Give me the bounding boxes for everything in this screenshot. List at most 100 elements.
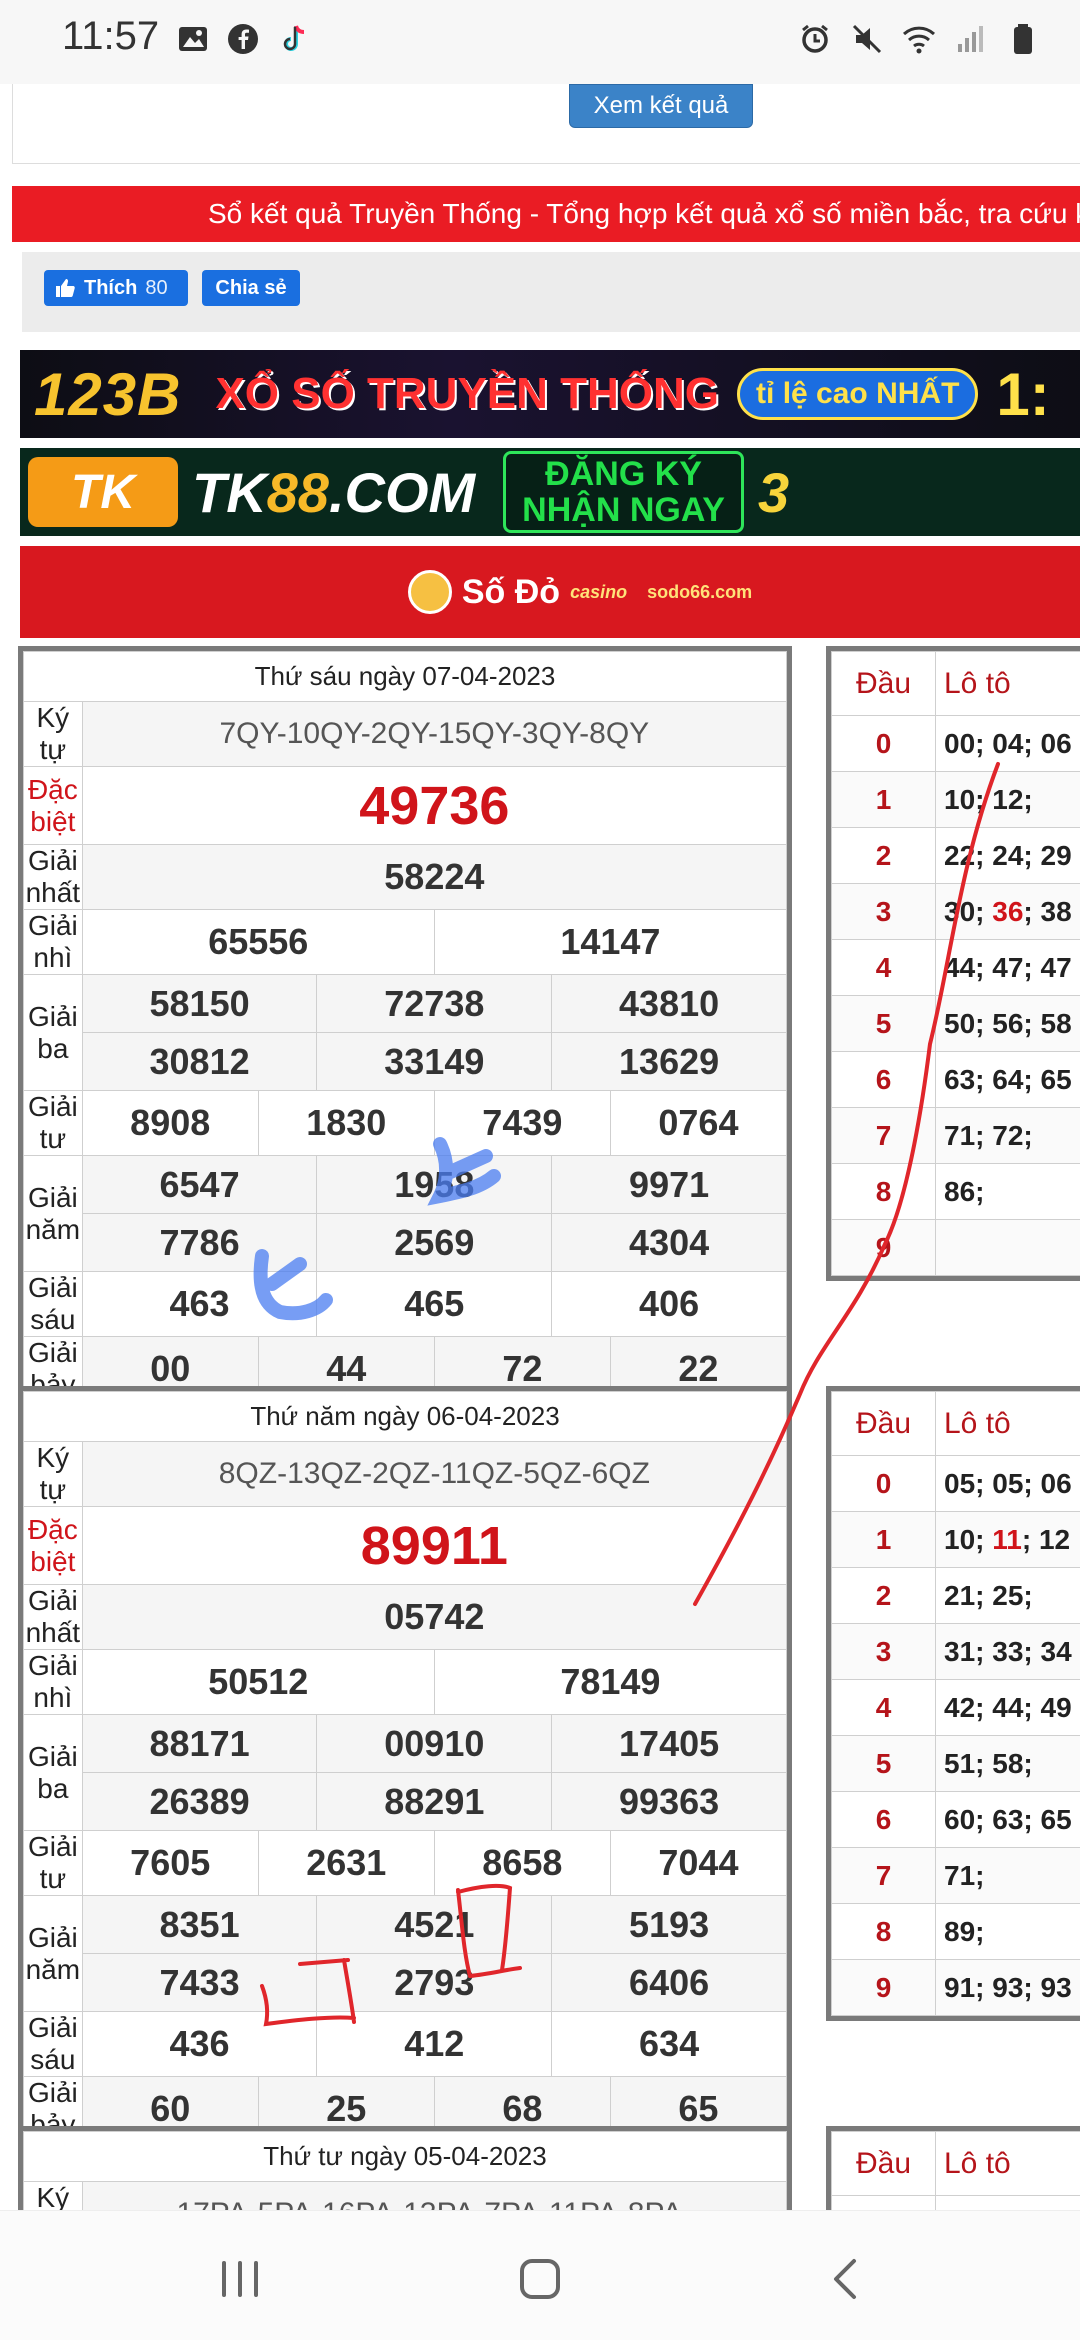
ticker-text: Sổ kết quả Truyền Thống - Tổng hợp kết q… — [208, 198, 1080, 229]
dau-digit: 9 — [831, 1219, 936, 1276]
prize-number: 406 — [551, 1271, 787, 1337]
prize-number: 436 — [81, 2011, 318, 2077]
prize-number: 6406 — [551, 1953, 787, 2012]
prize-number: 412 — [316, 2011, 553, 2077]
result-date-title: Thứ sáu ngày 07-04-2023 — [23, 651, 787, 702]
ky-tu-value: 8QZ-13QZ-2QZ-11QZ-5QZ-6QZ — [81, 1441, 788, 1507]
loto-header: Lô tô — [935, 651, 1080, 716]
123b-ratio: 1: — [996, 360, 1050, 428]
loto-numbers: 50; 56; 58 — [935, 995, 1080, 1052]
dau-digit: 7 — [831, 1847, 936, 1904]
battery-icon — [1014, 24, 1032, 54]
loto-row: 3 31; 33; 34 — [831, 1623, 1080, 1680]
prize-number: 7439 — [433, 1090, 611, 1156]
loto-numbers — [935, 1219, 1080, 1276]
mute-icon — [852, 24, 882, 54]
prize-number: 88291 — [316, 1772, 553, 1831]
back-icon[interactable] — [816, 2249, 876, 2309]
row-label: Giải năm — [23, 1155, 83, 1272]
loto-row: 7 71; 72; — [831, 1107, 1080, 1164]
facebook-share-button[interactable]: Chia sẻ — [202, 270, 300, 306]
prize-number: 0764 — [609, 1090, 788, 1156]
loto-table-1: Đầu Lô tô 0 00; 04; 06 1 10; 12; 2 22; 24; 29… — [826, 646, 1080, 1281]
notification-icons — [176, 22, 310, 56]
loto-numbers: 22; 24; 29 — [935, 827, 1080, 884]
tk88-cta-number: 3 — [757, 460, 790, 524]
loto-numbers: 30; 36; 38 — [935, 883, 1080, 940]
dau-digit: 3 — [831, 883, 936, 940]
dau-digit: 1 — [831, 771, 936, 828]
loto-row: 5 51; 58; — [831, 1735, 1080, 1792]
loto-numbers: 71; — [935, 1847, 1080, 1904]
thumbs-up-icon — [56, 279, 75, 297]
prize-number: 465 — [316, 1271, 553, 1337]
dau-digit: 4 — [831, 1679, 936, 1736]
first-prize: 58224 — [81, 844, 788, 910]
row-label: Ký tự — [23, 701, 83, 767]
prize-number: 6547 — [81, 1155, 318, 1214]
row-label: Giải nhất — [23, 844, 83, 910]
tk88-cta: ĐĂNG KÝ NHẬN NGAY — [503, 451, 744, 533]
loto-numbers: 86; — [935, 1163, 1080, 1220]
result-table-1: Thứ sáu ngày 07-04-2023 Ký tự 7QY-10QY-2… — [18, 646, 792, 1407]
result-table-3: Thứ tư ngày 05-04-2023 Ký tự 17PA-5PA-16… — [18, 2126, 792, 2210]
loto-row: 2 21; 25; — [831, 1567, 1080, 1624]
view-results-button[interactable]: Xem kết quả — [569, 84, 753, 128]
loto-numbers: 21; 25; — [935, 1567, 1080, 1624]
dau-digit: 6 — [831, 1051, 936, 1108]
prize-number: 2631 — [257, 1830, 435, 1896]
recent-apps-icon[interactable] — [210, 2249, 270, 2309]
prize-number: 33149 — [316, 1032, 553, 1091]
web-page[interactable]: Xem kết quả Sổ kết quả Truyền Thống - Tổ… — [0, 84, 1080, 2210]
prize-number: 8658 — [433, 1830, 611, 1896]
loto-row: 1 10; 12; — [831, 771, 1080, 828]
prize-number: 9971 — [551, 1155, 787, 1214]
alarm-icon — [802, 24, 828, 53]
loto-row: 0 05; 05; 06 — [831, 1455, 1080, 1512]
loto-table-3: Đầu Lô tô 000; — [826, 2126, 1080, 2210]
dau-digit: 3 — [831, 1623, 936, 1680]
loto-numbers: 31; 33; 34 — [935, 1623, 1080, 1680]
prize-number: 5193 — [551, 1895, 787, 1954]
row-label: Ký tự — [23, 2181, 83, 2210]
prize-number: 4304 — [551, 1213, 787, 1272]
prize-number: 8908 — [81, 1090, 259, 1156]
result-date-title: Thứ tư ngày 05-04-2023 — [23, 2131, 787, 2182]
123b-logo: 123B — [34, 360, 182, 428]
prize-number: 72738 — [316, 974, 553, 1033]
home-icon[interactable] — [510, 2249, 570, 2309]
loto-row: 2 22; 24; 29 — [831, 827, 1080, 884]
prize-number: 1958 — [316, 1155, 553, 1214]
loto-numbers: 89; — [935, 1903, 1080, 1960]
like-count: 80 — [145, 276, 168, 299]
prize-number: 1830 — [257, 1090, 435, 1156]
facebook-icon — [228, 24, 258, 54]
dau-header: Đầu — [831, 1391, 936, 1456]
dau-digit: 7 — [831, 1107, 936, 1164]
loto-numbers: 91; 93; 93 — [935, 1959, 1080, 2016]
prize-number: 7044 — [609, 1830, 788, 1896]
prize-number: 8351 — [81, 1895, 318, 1954]
special-prize: 89911 — [81, 1506, 788, 1585]
search-form-box: Xem kết quả — [12, 84, 1080, 164]
banner-123b[interactable]: 123B XỔ SỐ TRUYỀN THỐNG tỉ lệ cao NHẤT 1… — [20, 350, 1080, 438]
prize-number: 00910 — [316, 1714, 553, 1773]
prize-number: 78149 — [433, 1649, 788, 1715]
banner-tk88[interactable]: TK TK88.COM ĐĂNG KÝ NHẬN NGAY 3 — [20, 448, 1080, 536]
prize-number: 13629 — [551, 1032, 787, 1091]
sodo-logo: Số Đỏ casino sodo66.com — [407, 570, 752, 614]
banner-sodo66[interactable]: Số Đỏ casino sodo66.com — [20, 546, 1080, 638]
row-label: Giải năm — [23, 1895, 83, 2012]
row-label: Giải nhì — [23, 909, 83, 975]
prize-number: 4521 — [316, 1895, 553, 1954]
status-bar: 11:57 — [0, 0, 1080, 84]
prize-number: 65556 — [81, 909, 435, 975]
dau-digit: 8 — [831, 1163, 936, 1220]
prize-number: 7433 — [81, 1953, 318, 2012]
facebook-like-button[interactable]: Thích 80 — [44, 270, 188, 306]
dau-digit: 2 — [831, 827, 936, 884]
prize-number: 463 — [81, 1271, 318, 1337]
loto-numbers: 00; — [935, 2195, 1080, 2210]
dau-digit: 0 — [831, 1455, 936, 1512]
prize-number: 99363 — [551, 1772, 787, 1831]
